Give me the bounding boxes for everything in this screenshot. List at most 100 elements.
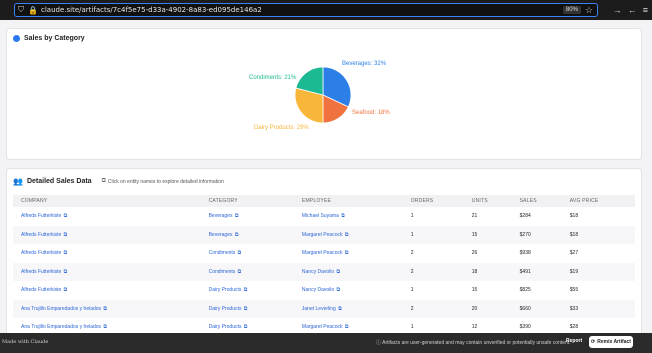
category-cell[interactable]: Condiments ⧉ xyxy=(201,263,294,282)
external-link-icon: ⧉ xyxy=(343,250,349,257)
category-cell[interactable]: Dairy Products ⧉ xyxy=(201,300,294,319)
category-cell[interactable]: Condiments ⧉ xyxy=(201,244,294,263)
remix-artifact-button[interactable]: ⟳ Remix Artifact xyxy=(589,336,633,348)
table-hint: ⧉ Click on entity names to explore detai… xyxy=(102,178,224,185)
company-cell[interactable]: Alfreds Futterkiste ⧉ xyxy=(13,263,201,282)
made-with-claude[interactable]: Made with Claude xyxy=(2,339,48,345)
column-header-units[interactable]: UNITS xyxy=(464,195,512,207)
entity-link[interactable]: Dairy Products xyxy=(209,287,242,293)
employee-cell[interactable]: Michael Suyama ⧉ xyxy=(294,207,403,226)
external-link-icon: ⧉ xyxy=(242,305,248,312)
sales-cell: $825 xyxy=(519,287,531,294)
column-header-category[interactable]: CATEGORY xyxy=(201,195,294,207)
employee-cell[interactable]: Janet Leverling ⧉ xyxy=(294,300,403,319)
units-cell: 20 xyxy=(471,305,478,312)
remix-button-label: Remix Artifact xyxy=(597,339,631,345)
avg-price-cell: $27 xyxy=(569,250,579,257)
entity-link[interactable]: Janet Leverling xyxy=(302,306,336,312)
external-link-icon: ⧉ xyxy=(335,268,341,275)
avg-price-cell: $18 xyxy=(569,213,579,220)
orders-cell: 1 xyxy=(410,231,414,238)
employee-cell[interactable]: Nancy Davolio ⧉ xyxy=(294,281,403,300)
entity-link[interactable]: Margaret Peacock xyxy=(302,250,343,256)
shield-icon[interactable]: ⛉ xyxy=(15,5,27,15)
lock-icon[interactable]: 🔒 xyxy=(27,6,39,15)
entity-link[interactable]: Dairy Products xyxy=(209,306,242,312)
company-cell[interactable]: Alfreds Futterkiste ⧉ xyxy=(13,207,201,226)
external-link-icon: ⧉ xyxy=(62,250,68,257)
report-button[interactable]: Report xyxy=(566,338,582,344)
external-link-icon: ⧉ xyxy=(102,324,108,331)
entity-link[interactable]: Alfreds Futterkiste xyxy=(21,287,61,293)
employee-cell[interactable]: Margaret Peacock ⧉ xyxy=(294,226,403,245)
entity-link[interactable]: Margaret Peacock xyxy=(302,324,343,330)
orders-cell: 1 xyxy=(410,324,414,331)
company-cell[interactable]: Alfreds Futterkiste ⧉ xyxy=(13,281,201,300)
entity-link[interactable]: Alfreds Futterkiste xyxy=(21,232,61,238)
entity-link[interactable]: Margaret Peacock xyxy=(302,232,343,238)
forward-icon[interactable]: → xyxy=(613,5,622,15)
entity-link[interactable]: Nancy Davolio xyxy=(302,287,334,293)
entity-link[interactable]: Beverages xyxy=(209,213,233,219)
external-link-icon: ⧉ xyxy=(339,213,345,220)
employee-cell[interactable]: Margaret Peacock ⧉ xyxy=(294,244,403,263)
external-link-icon: ⧉ xyxy=(242,324,248,331)
url-text[interactable]: claude.site/artifacts/7c4f5e75-d33a-4902… xyxy=(41,6,563,14)
entity-link[interactable]: Condiments xyxy=(209,269,236,275)
entity-link[interactable]: Ana Trujillo Emparedados y helados xyxy=(21,306,101,312)
column-header-company[interactable]: COMPANY xyxy=(13,195,201,207)
company-cell[interactable]: Ana Trujillo Emparedados y helados ⧉ xyxy=(13,318,201,333)
column-header-avg-price[interactable]: AVG PRICE xyxy=(562,195,635,207)
entity-link[interactable]: Michael Suyama xyxy=(302,213,339,219)
external-link-icon: ⧉ xyxy=(336,305,342,312)
orders-cell: 2 xyxy=(410,250,414,257)
employee-cell[interactable]: Margaret Peacock ⧉ xyxy=(294,318,403,333)
external-link-icon: ⧉ xyxy=(343,324,349,331)
column-header-orders[interactable]: ORDERS xyxy=(403,195,464,207)
entity-link[interactable]: Ana Trujillo Emparedados y helados xyxy=(21,324,101,330)
remix-icon: ⟳ xyxy=(591,339,596,345)
company-cell[interactable]: Alfreds Futterkiste ⧉ xyxy=(13,244,201,263)
entity-link[interactable]: Dairy Products xyxy=(209,324,242,330)
orders-cell: 2 xyxy=(410,268,414,275)
table-row: Alfreds Futterkiste ⧉ Beverages ⧉ Margaret… xyxy=(13,225,635,245)
footer-bar: Made with Claude ⓘ Artifacts are user-ge… xyxy=(0,333,652,353)
employee-cell[interactable]: Nancy Davolio ⧉ xyxy=(294,263,403,282)
sales-cell: $491 xyxy=(519,268,531,275)
entity-link[interactable]: Nancy Davolio xyxy=(302,269,334,275)
table-row: Ana Trujillo Emparedados y helados ⧉ Dair… xyxy=(13,299,635,319)
column-header-employee[interactable]: EMPLOYEE xyxy=(294,195,403,207)
sales-cell: $284 xyxy=(519,213,531,220)
external-link-icon: ⧉ xyxy=(101,178,106,184)
company-cell[interactable]: Alfreds Futterkiste ⧉ xyxy=(13,226,201,245)
external-link-icon: ⧉ xyxy=(233,231,239,238)
table-row: Ana Trujillo Emparedados y helados ⧉ Dair… xyxy=(13,318,635,333)
external-link-icon: ⧉ xyxy=(233,213,239,220)
entity-link[interactable]: Alfreds Futterkiste xyxy=(21,213,61,219)
category-cell[interactable]: Beverages ⧉ xyxy=(201,207,294,226)
address-bar[interactable]: ⛉ 🔒 claude.site/artifacts/7c4f5e75-d33a-… xyxy=(14,3,598,17)
category-cell[interactable]: Beverages ⧉ xyxy=(201,226,294,245)
nav-buttons: → ← ≡ xyxy=(613,0,648,20)
zoom-badge[interactable]: 80% xyxy=(562,6,581,14)
company-cell[interactable]: Ana Trujillo Emparedados y helados ⧉ xyxy=(13,300,201,319)
browser-toolbar: ⛉ 🔒 claude.site/artifacts/7c4f5e75-d33a-… xyxy=(0,0,652,20)
category-cell[interactable]: Dairy Products ⧉ xyxy=(201,318,294,333)
entity-link[interactable]: Condiments xyxy=(209,250,236,256)
entity-link[interactable]: Beverages xyxy=(209,232,233,238)
avg-price-cell: $18 xyxy=(569,231,579,238)
info-icon: ⓘ xyxy=(376,340,382,346)
category-cell[interactable]: Dairy Products ⧉ xyxy=(201,281,294,300)
avg-price-cell: $19 xyxy=(569,268,579,275)
entity-link[interactable]: Alfreds Futterkiste xyxy=(21,250,61,256)
entity-link[interactable]: Alfreds Futterkiste xyxy=(21,269,61,275)
table-row: Alfreds Futterkiste ⧉ Beverages ⧉ Michael … xyxy=(13,207,635,226)
pie-label-beverages: Beverages: 32% xyxy=(342,61,387,67)
column-header-sales[interactable]: SALES xyxy=(512,195,562,207)
bookmark-star-icon[interactable]: ☆ xyxy=(585,5,593,16)
units-cell: 12 xyxy=(471,324,478,331)
pie-label-condiments: Condiments: 21% xyxy=(249,75,297,81)
extensions-icon[interactable]: ≡ xyxy=(643,5,648,15)
external-link-icon: ⧉ xyxy=(343,231,349,238)
back-icon[interactable]: ← xyxy=(628,5,637,15)
